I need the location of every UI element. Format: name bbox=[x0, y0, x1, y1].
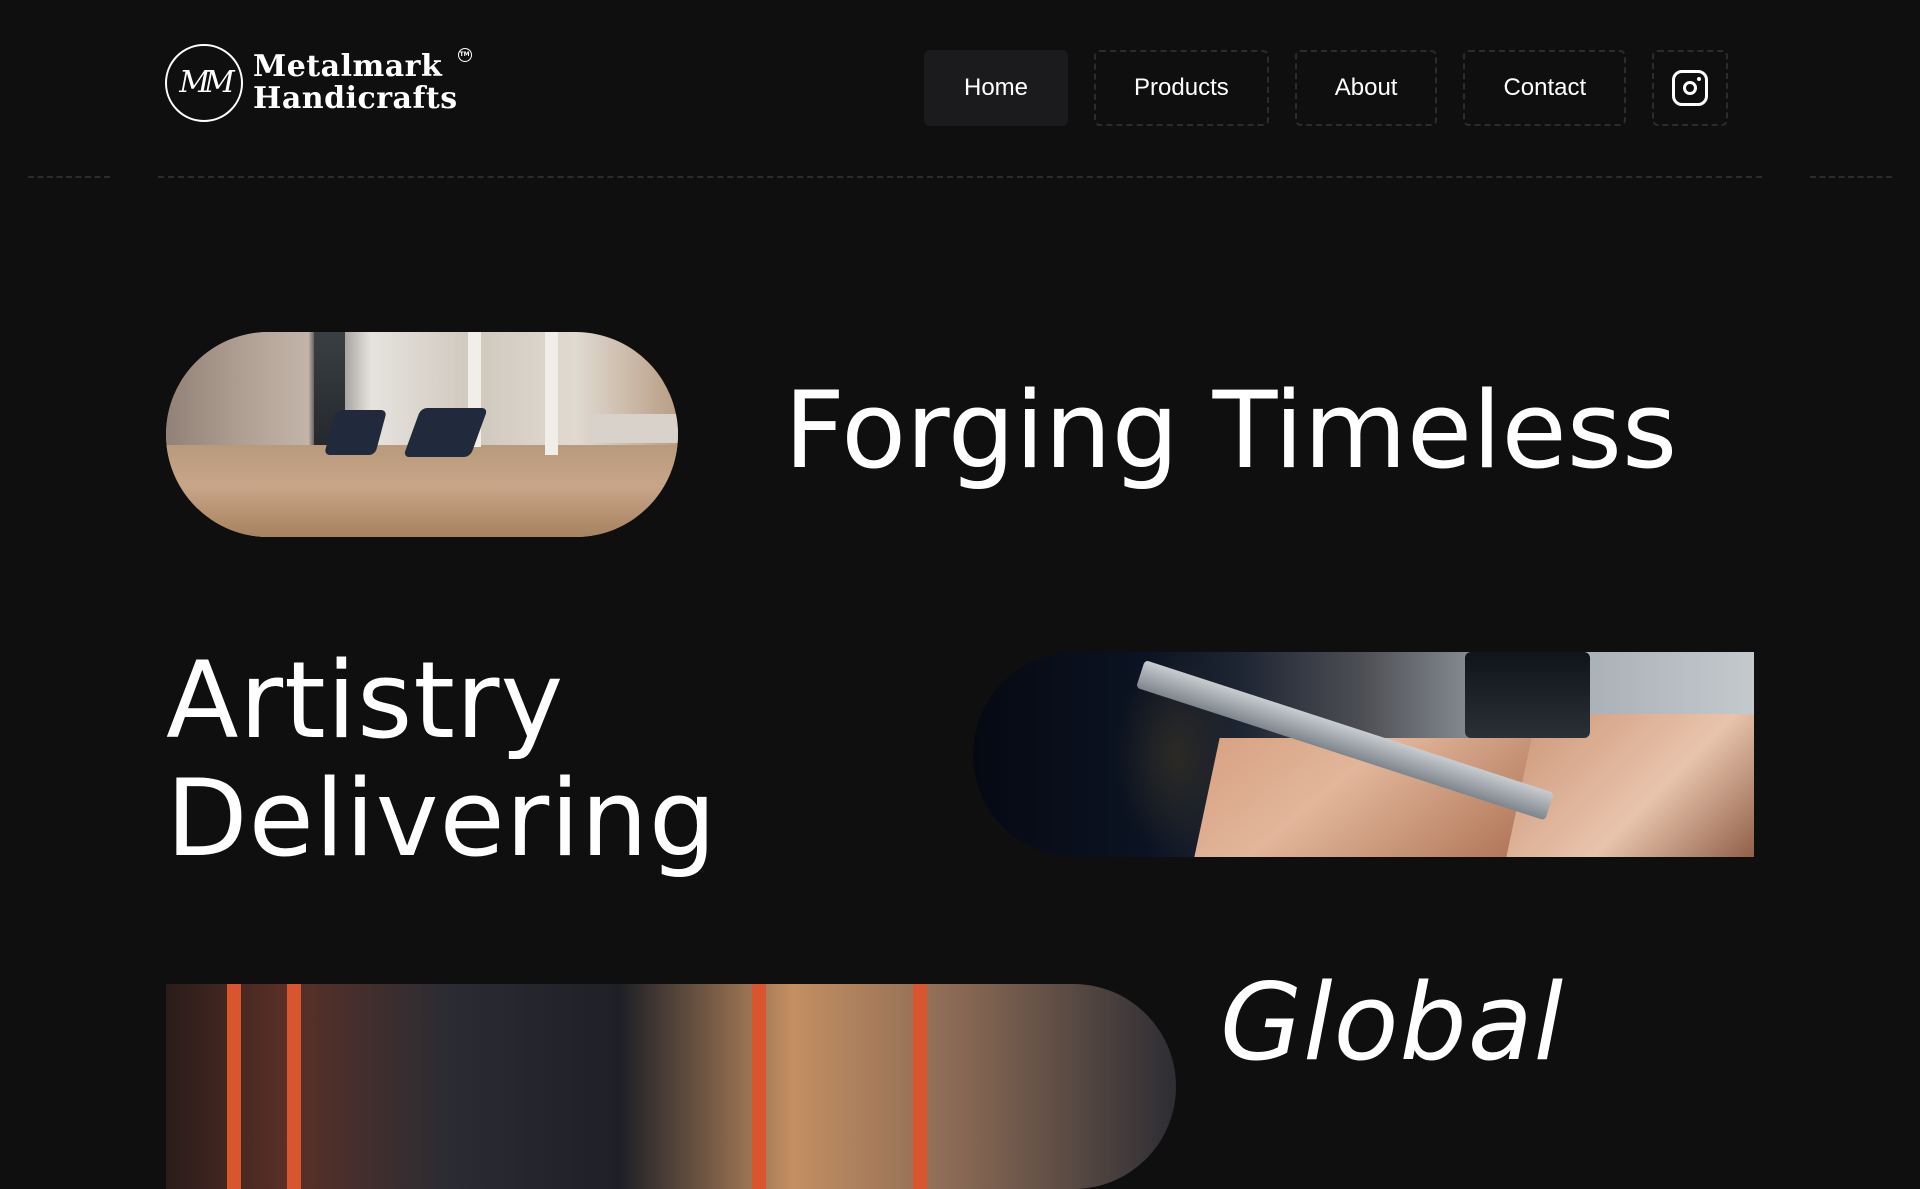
hero-headline-line4: Global bbox=[1220, 961, 1565, 1084]
nav-item-contact[interactable]: Contact bbox=[1463, 50, 1627, 126]
brand-name: Metalmark Handicrafts TM bbox=[253, 48, 472, 116]
hero-headline-line1: Forging Timeless bbox=[784, 369, 1678, 492]
header-divider bbox=[158, 176, 1762, 178]
instagram-link[interactable] bbox=[1652, 50, 1729, 126]
header-divider-right bbox=[1810, 176, 1892, 178]
brand-name-line1: Metalmark bbox=[253, 49, 443, 84]
living-room-photo bbox=[166, 332, 678, 537]
nav-item-about[interactable]: About bbox=[1294, 50, 1438, 126]
photo-counter bbox=[590, 414, 678, 443]
photo-column bbox=[544, 332, 558, 455]
photo-detail bbox=[287, 984, 302, 1189]
photo-detail bbox=[751, 984, 766, 1189]
header-divider-left bbox=[28, 176, 110, 178]
photo-floor bbox=[166, 444, 678, 537]
site-header: MM Metalmark Handicrafts TM Home Product… bbox=[0, 0, 1920, 178]
hero-headline-line3: Delivering bbox=[166, 757, 718, 880]
hero-headline-line2: Artistry bbox=[166, 639, 565, 762]
monogram-text: MM bbox=[179, 65, 234, 100]
photo-detail bbox=[226, 984, 241, 1189]
photo-machine bbox=[1465, 652, 1590, 739]
nav-item-products[interactable]: Products bbox=[1094, 50, 1269, 126]
trademark-badge: TM bbox=[457, 48, 472, 62]
brand-name-line2: Handicrafts bbox=[253, 81, 458, 116]
monogram-icon: MM bbox=[165, 44, 243, 122]
photo-detail bbox=[913, 984, 928, 1189]
woodworking-saw-photo bbox=[973, 652, 1754, 857]
brand-logo[interactable]: MM Metalmark Handicrafts TM bbox=[165, 44, 472, 122]
nav-item-home[interactable]: Home bbox=[924, 50, 1069, 126]
workshop-photo bbox=[166, 984, 1176, 1189]
main-nav: Home Products About Contact bbox=[924, 50, 1729, 126]
instagram-icon bbox=[1672, 70, 1709, 106]
